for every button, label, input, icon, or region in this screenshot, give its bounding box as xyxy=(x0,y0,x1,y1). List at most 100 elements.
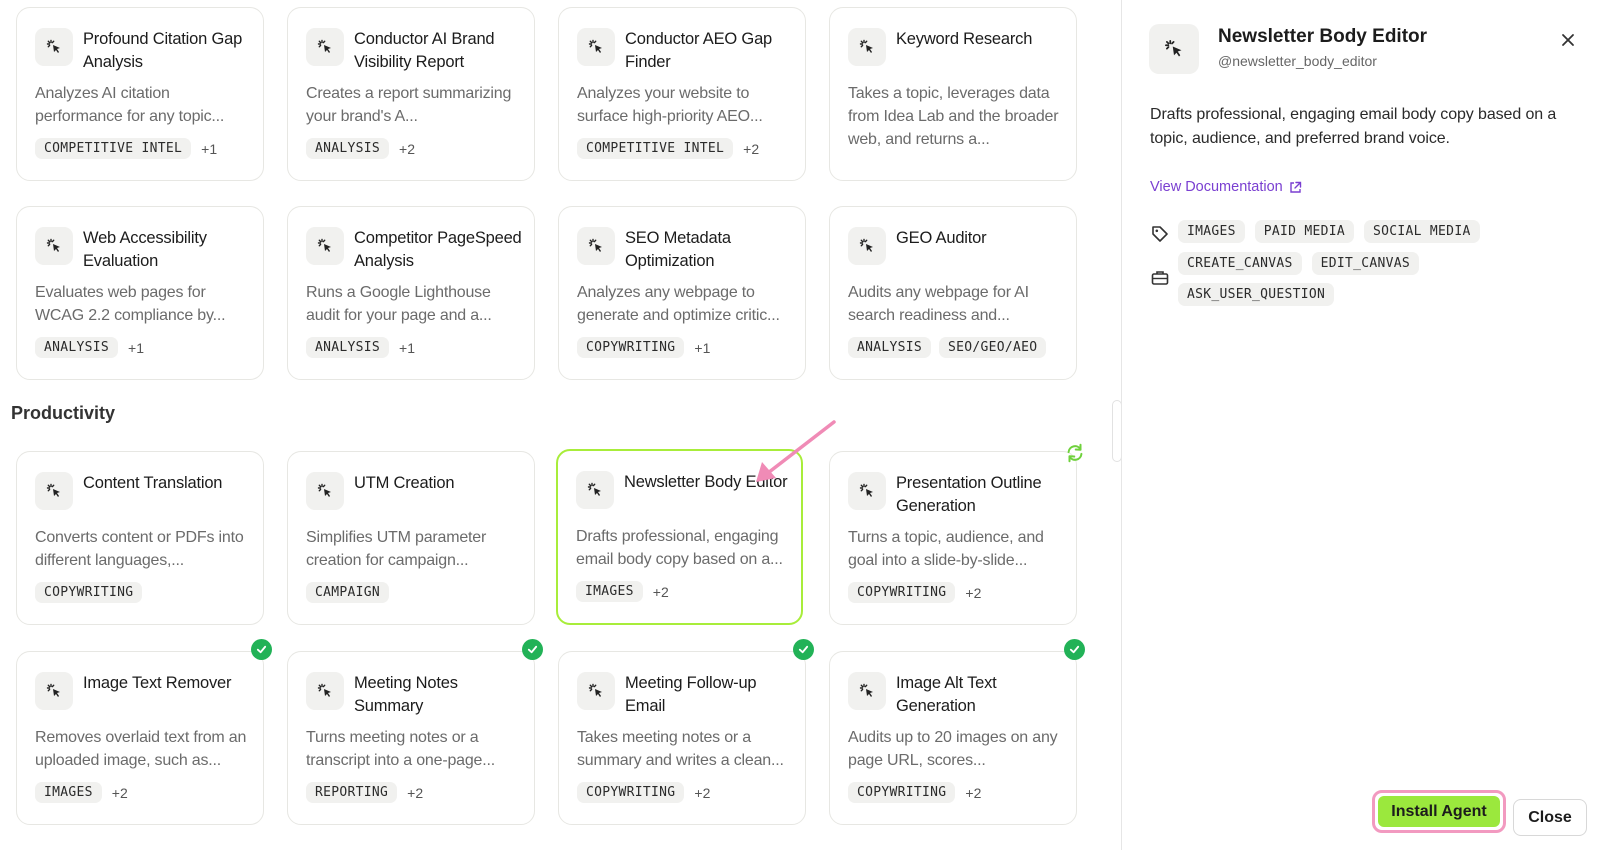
category-tag: COPYWRITING xyxy=(35,582,143,603)
install-agent-button[interactable]: Install Agent xyxy=(1378,796,1500,827)
agent-card[interactable]: Meeting Follow-up Email Takes meeting no… xyxy=(558,639,814,825)
agent-card[interactable]: Web Accessibility Evaluation Evaluates w… xyxy=(16,206,264,380)
tag-icon xyxy=(1152,226,1168,242)
agent-description: Creates a report summarizing your brand'… xyxy=(306,85,512,125)
agent-icon xyxy=(848,672,886,710)
agent-card[interactable]: GEO Auditor Audits any webpage for AI se… xyxy=(829,206,1077,380)
category-tag: PAID MEDIA xyxy=(1254,220,1355,243)
agent-card[interactable]: Conductor AEO Gap Finder Analyzes your w… xyxy=(558,7,806,181)
more-tags-count: +2 xyxy=(743,140,760,157)
agent-icon xyxy=(577,672,615,710)
agent-title: UTM Creation xyxy=(354,474,455,492)
agent-icon xyxy=(577,227,615,265)
agent-icon xyxy=(306,227,344,265)
agent-title: Competitor PageSpeed Analysis xyxy=(354,229,522,270)
panel-description: Drafts professional, engaging email body… xyxy=(1150,106,1557,147)
agent-description: Turns a topic, audience, and goal into a… xyxy=(848,529,1044,569)
tools-row: CREATE_CANVAS EDIT_CANVAS ASK_USER_QUEST… xyxy=(1150,252,1508,306)
agent-catalog: Profound Citation Gap Analysis Analyzes … xyxy=(0,0,1112,850)
agent-icon xyxy=(35,472,73,510)
agent-description: Removes overlaid text from an uploaded i… xyxy=(35,729,247,769)
agent-description: Takes meeting notes or a summary and wri… xyxy=(577,729,784,769)
agent-icon xyxy=(35,227,73,265)
agent-description: Converts content or PDFs into different … xyxy=(35,529,244,569)
agent-title: Keyword Research xyxy=(896,30,1033,48)
doc-link-label: View Documentation xyxy=(1150,179,1283,195)
agent-description: Turns meeting notes or a transcript into… xyxy=(306,729,495,769)
agent-title: Presentation Outline Generation xyxy=(896,474,1042,515)
agent-card[interactable]: UTM Creation Simplifies UTM parameter cr… xyxy=(287,451,535,625)
agent-description: Takes a topic, leverages data from Idea … xyxy=(848,85,1059,148)
agent-icon xyxy=(306,472,344,510)
more-tags-count: +2 xyxy=(694,784,711,801)
agent-card[interactable]: SEO Metadata Optimization Analyzes any w… xyxy=(558,206,806,380)
category-tag: IMAGES xyxy=(576,581,643,602)
agent-card[interactable]: Keyword Research Takes a topic, leverage… xyxy=(829,7,1077,181)
agent-card[interactable]: Meeting Notes Summary Turns meeting note… xyxy=(287,639,543,825)
agent-icon xyxy=(848,227,886,265)
install-agent-highlight: Install Agent xyxy=(1372,790,1506,833)
agent-description: Analyzes your website to surface high-pr… xyxy=(577,85,763,125)
agent-card[interactable]: Image Alt Text Generation Audits up to 2… xyxy=(829,639,1085,825)
agent-title: Meeting Follow-up Email xyxy=(625,674,757,715)
agent-title: Conductor AEO Gap Finder xyxy=(625,30,773,71)
agent-icon xyxy=(576,471,614,509)
category-tag: COMPETITIVE INTEL xyxy=(35,138,192,159)
category-tag: IMAGES xyxy=(1178,220,1245,243)
agent-description: Evaluates web pages for WCAG 2.2 complia… xyxy=(35,284,226,324)
view-documentation-link[interactable]: View Documentation xyxy=(1150,179,1302,195)
agent-description: Audits any webpage for AI search readine… xyxy=(848,284,1029,324)
agent-icon xyxy=(306,28,344,66)
installed-check-icon xyxy=(251,639,272,660)
pointer-arrow-icon xyxy=(756,420,836,482)
close-button[interactable]: Close xyxy=(1513,799,1587,836)
external-link-icon xyxy=(1290,181,1301,193)
close-icon[interactable] xyxy=(1556,28,1580,52)
agent-title: Profound Citation Gap Analysis xyxy=(83,30,243,71)
agent-description: Analyzes AI citation performance for any… xyxy=(35,85,225,125)
category-tag: IMAGES xyxy=(35,782,102,803)
agent-description: Analyzes any webpage to generate and opt… xyxy=(577,284,780,324)
agent-title: SEO Metadata Optimization xyxy=(625,229,731,270)
more-tags-count: +1 xyxy=(128,339,144,356)
more-tags-count: +2 xyxy=(111,784,128,801)
category-tag: ANALYSIS xyxy=(306,138,390,159)
agent-card[interactable]: Profound Citation Gap Analysis Analyzes … xyxy=(16,7,264,181)
more-tags-count: +2 xyxy=(965,584,982,601)
agent-card[interactable]: Presentation Outline Generation Turns a … xyxy=(829,443,1083,625)
category-tag: COPYWRITING xyxy=(848,582,956,603)
agent-description: Runs a Google Lighthouse audit for your … xyxy=(306,284,492,324)
toolbox-icon xyxy=(1151,271,1169,285)
agent-card[interactable]: Content Translation Converts content or … xyxy=(16,451,264,625)
category-tag: COPYWRITING xyxy=(577,337,685,358)
category-tag: ANALYSIS xyxy=(848,337,932,358)
tags-row: IMAGES PAID MEDIA SOCIAL MEDIA xyxy=(1150,220,1508,244)
agent-icon xyxy=(577,28,615,66)
category-tag: SOCIAL MEDIA xyxy=(1364,220,1480,243)
tool-tag: ASK_USER_QUESTION xyxy=(1178,283,1335,306)
tool-tag: EDIT_CANVAS xyxy=(1311,252,1420,275)
more-tags-count: +2 xyxy=(399,140,415,157)
agent-icon xyxy=(848,28,886,66)
agent-title: Meeting Notes Summary xyxy=(354,674,458,715)
agent-icon xyxy=(306,672,344,710)
more-tags-count: +1 xyxy=(694,339,711,356)
agent-icon xyxy=(848,472,886,510)
agent-card[interactable]: Competitor PageSpeed Analysis Runs a Goo… xyxy=(287,206,535,380)
agent-icon xyxy=(1149,24,1199,74)
more-tags-count: +2 xyxy=(407,784,424,801)
category-tag: COPYWRITING xyxy=(577,782,685,803)
category-tag: ANALYSIS xyxy=(35,337,119,358)
agent-card[interactable]: Image Text Remover Removes overlaid text… xyxy=(16,639,272,825)
agent-description: Audits up to 20 images on any page URL, … xyxy=(848,729,1058,769)
agent-icon xyxy=(35,28,73,66)
agent-title: Image Alt Text Generation xyxy=(896,674,997,715)
more-tags-count: +1 xyxy=(399,339,415,356)
category-tag: ANALYSIS xyxy=(306,337,390,358)
category-tag: CAMPAIGN xyxy=(306,582,390,603)
section-title: Productivity xyxy=(11,403,116,423)
more-tags-count: +2 xyxy=(652,583,669,600)
installed-check-icon xyxy=(793,639,814,660)
agent-icon xyxy=(35,672,73,710)
agent-card[interactable]: Conductor AI Brand Visibility Report Cre… xyxy=(287,7,535,181)
